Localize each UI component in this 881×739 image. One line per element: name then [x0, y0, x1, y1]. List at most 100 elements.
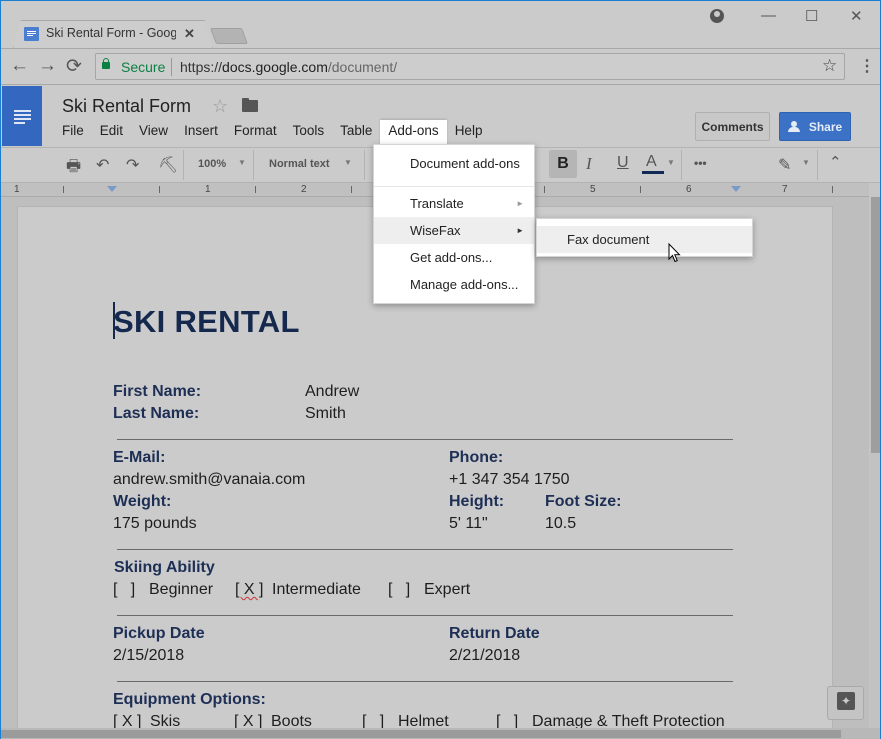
tab-close-icon[interactable]: ✕ — [184, 26, 195, 42]
beginner-checkbox: [ ] — [113, 581, 136, 598]
folder-icon[interactable] — [242, 98, 258, 112]
intermediate-checkbox: [ X ] — [235, 581, 264, 598]
weight-label: Weight: — [113, 493, 172, 510]
helmet-checkbox: [ ] — [362, 713, 385, 728]
docs-home-icon[interactable] — [2, 86, 42, 146]
ruler-tick — [640, 186, 641, 193]
ruler-tick — [63, 186, 64, 193]
ruler-tick — [351, 186, 352, 193]
last-name-value: Smith — [305, 405, 346, 422]
collapse-chevron-up-icon[interactable]: ⌃ — [829, 153, 842, 171]
bookmark-star-icon[interactable]: ☆ — [822, 56, 837, 76]
menu-item-get-add-ons[interactable]: Get add-ons... — [374, 244, 534, 271]
toolbar-separator — [253, 150, 254, 180]
secure-label: Secure — [121, 59, 166, 75]
foot-size-value: 10.5 — [545, 515, 577, 532]
more-options-button[interactable]: ••• — [694, 156, 707, 170]
text-color-swatch — [642, 171, 664, 174]
email-label: E-Mail: — [113, 449, 166, 466]
underline-button[interactable]: U — [617, 154, 629, 172]
beginner-label: Beginner — [149, 581, 214, 598]
ruler-label: 5 — [590, 184, 596, 195]
menu-format[interactable]: Format — [226, 120, 285, 142]
height-value: 5' 11" — [449, 515, 488, 532]
new-tab-button[interactable] — [210, 28, 248, 44]
menu-bar: File Edit View Insert Format Tools Table… — [54, 120, 491, 147]
ruler-tick — [159, 186, 160, 193]
share-label: Share — [808, 119, 843, 134]
last-name-label: Last Name: — [113, 405, 200, 422]
ruler-tick — [544, 186, 545, 193]
menu-help[interactable]: Help — [447, 120, 491, 142]
left-indent-marker[interactable] — [107, 186, 117, 192]
menu-item-manage-add-ons[interactable]: Manage add-ons... — [374, 271, 534, 298]
share-button[interactable]: Share — [779, 112, 851, 141]
zoom-select[interactable]: 100% — [198, 158, 226, 170]
editing-mode-pencil-icon[interactable]: ✎ — [778, 155, 791, 175]
equipment-options-label: Equipment Options: — [113, 691, 266, 708]
phone-value: +1 347 354 1750 — [449, 471, 570, 488]
italic-button[interactable]: I — [586, 154, 592, 174]
print-icon[interactable]: 🖶 — [66, 155, 81, 182]
maximize-icon[interactable]: ☐ — [805, 7, 818, 25]
horizontal-scroll-thumb[interactable] — [1, 730, 841, 738]
right-indent-marker[interactable] — [731, 186, 741, 192]
menu-item-translate[interactable]: Translate ► — [374, 190, 534, 217]
menu-item-label: Translate — [410, 196, 464, 211]
menu-tools[interactable]: Tools — [285, 120, 333, 142]
text-color-button[interactable]: A — [646, 153, 657, 171]
section-divider — [117, 439, 733, 440]
style-caret-icon[interactable]: ▼ — [344, 158, 352, 167]
text-color-caret-icon[interactable]: ▼ — [667, 158, 675, 167]
comments-button[interactable]: Comments — [695, 112, 770, 141]
boots-checkbox: [ X ] — [234, 713, 263, 728]
ruler-label: 7 — [782, 184, 788, 195]
back-icon[interactable]: ← — [10, 55, 29, 77]
expert-label: Expert — [424, 581, 471, 598]
wisefax-submenu: Fax document — [536, 218, 753, 257]
url-path: /document/ — [327, 59, 398, 75]
menu-item-document-add-ons[interactable]: Document add-ons — [374, 150, 534, 177]
profile-icon[interactable] — [710, 9, 724, 23]
menu-item-fax-document[interactable]: Fax document — [537, 226, 752, 253]
document-title[interactable]: Ski Rental Form — [62, 96, 191, 117]
menu-insert[interactable]: Insert — [176, 120, 226, 142]
reload-icon[interactable]: ⟳ — [66, 55, 82, 78]
menu-item-wisefax[interactable]: WiseFax ► — [374, 217, 534, 244]
window-close-icon[interactable]: ✕ — [850, 7, 863, 25]
toolbar-separator — [183, 150, 184, 180]
omnibox-separator — [171, 58, 172, 76]
equipment-row-clip: [ X ] Skis [ X ] Boots [ ] Helmet [ ] Da… — [1, 711, 869, 728]
menu-view[interactable]: View — [131, 120, 176, 142]
star-icon[interactable]: ☆ — [212, 96, 228, 117]
first-name-value: Andrew — [305, 383, 360, 400]
share-person-icon — [787, 121, 803, 132]
damage-protection-checkbox: [ ] — [496, 713, 519, 728]
editing-mode-caret-icon[interactable]: ▼ — [802, 158, 810, 167]
menu-file[interactable]: File — [54, 120, 92, 142]
redo-icon[interactable]: ↷ — [126, 155, 139, 175]
lock-icon — [102, 58, 110, 69]
menu-edit[interactable]: Edit — [92, 120, 131, 142]
url-text[interactable]: https://docs.google.com/document/ — [180, 59, 397, 75]
minimize-icon[interactable]: — — [761, 7, 776, 24]
ruler-tick — [832, 186, 833, 193]
helmet-label: Helmet — [398, 713, 449, 728]
browser-menu-icon[interactable]: ⋮ — [859, 56, 875, 76]
bold-button[interactable]: B — [549, 150, 577, 178]
menu-table[interactable]: Table — [332, 120, 380, 142]
weight-value: 175 pounds — [113, 515, 197, 532]
submenu-arrow-icon: ► — [516, 199, 524, 208]
forward-icon[interactable]: → — [38, 55, 57, 77]
style-select[interactable]: Normal text — [269, 158, 330, 170]
zoom-caret-icon[interactable]: ▼ — [238, 158, 246, 167]
menu-add-ons[interactable]: Add-ons — [380, 120, 447, 147]
menu-item-label: Document add-ons — [410, 156, 520, 171]
vertical-scroll-thumb[interactable] — [871, 197, 880, 453]
undo-icon[interactable]: ↶ — [96, 155, 109, 175]
paint-format-icon[interactable]: ⛏ — [158, 155, 178, 175]
tab-title[interactable]: Ski Rental Form - Google Docs — [46, 26, 176, 40]
explore-button[interactable] — [827, 686, 864, 720]
skiing-ability-label: Skiing Ability — [114, 559, 215, 576]
url-host: docs.google.com — [222, 59, 328, 75]
